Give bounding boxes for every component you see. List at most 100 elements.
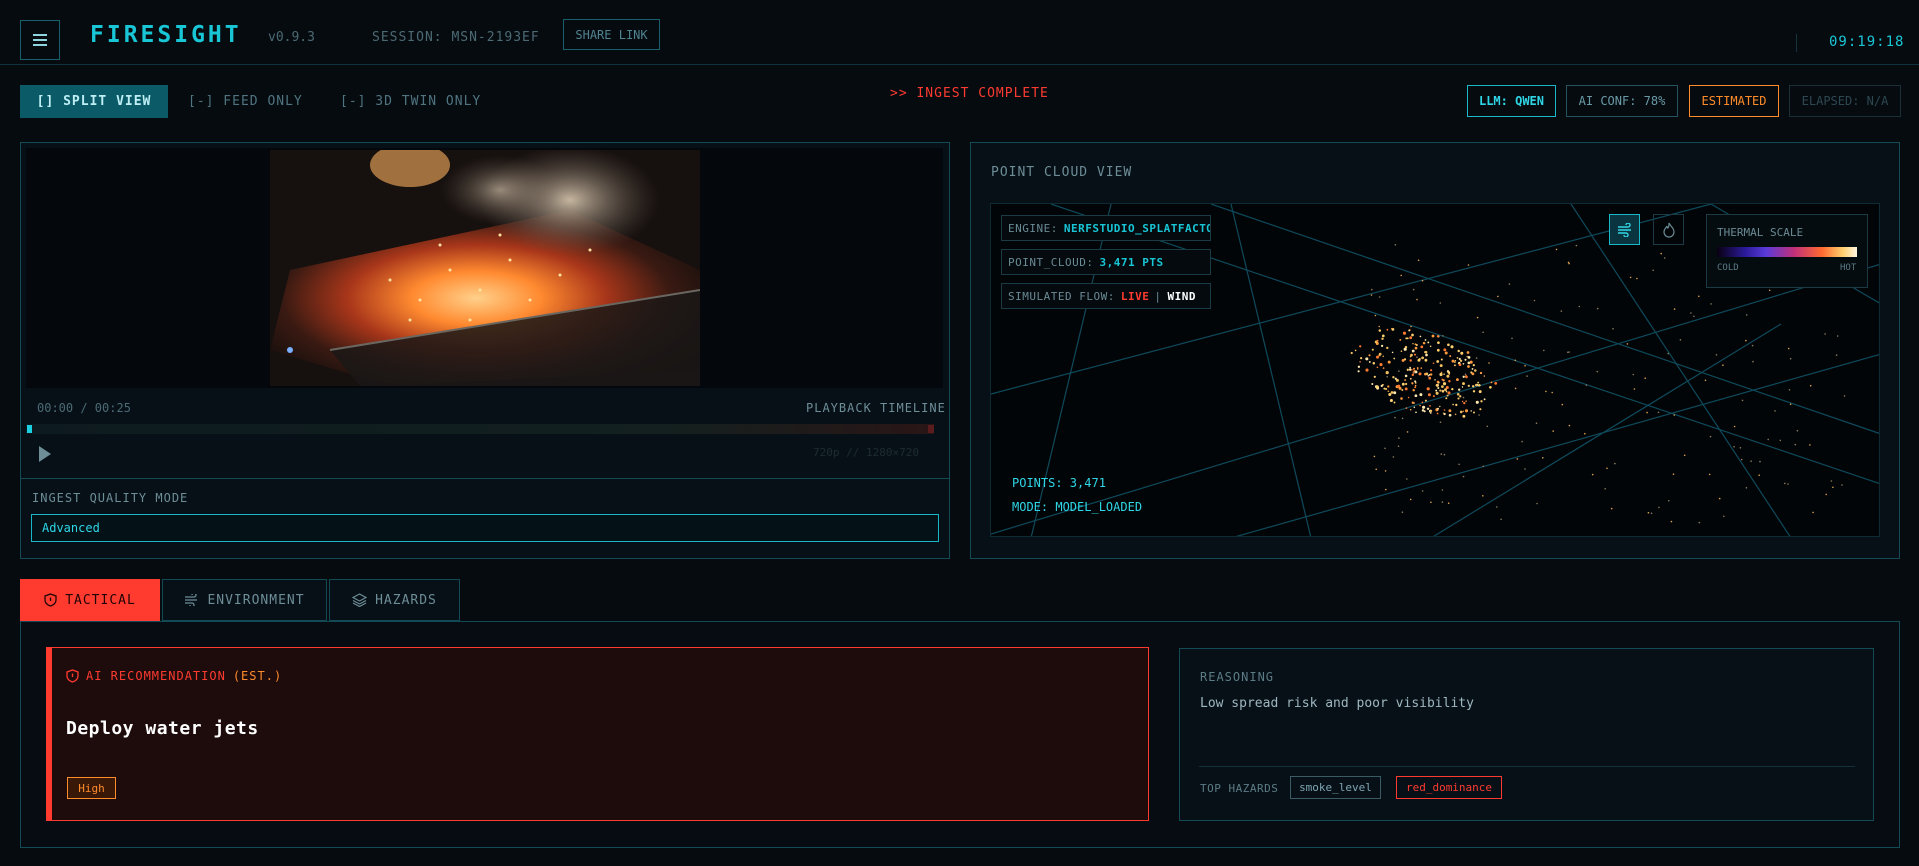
point-cloud-point [1409,408,1412,411]
point-cloud-point [1774,410,1776,412]
point-cloud-point [1395,378,1399,382]
point-cloud-point [1443,409,1446,411]
point-cloud-point [1462,396,1465,399]
wind-toggle-button[interactable] [1609,214,1640,245]
clock-divider [1796,34,1797,52]
timeline-handle[interactable] [27,425,32,433]
point-cloud-point [1436,348,1440,352]
point-cloud-point [1421,356,1424,360]
point-cloud-point [1473,411,1475,414]
tab-tactical-label: TACTICAL [65,592,136,608]
point-cloud-point [1435,384,1438,387]
point-cloud-point [1399,338,1402,341]
point-cloud-point [1693,315,1695,318]
share-link-button[interactable]: SHARE LINK [563,19,660,50]
point-cloud-point [1448,409,1452,413]
point-cloud-point [1789,357,1792,360]
tab-environment[interactable]: ENVIRONMENT [162,579,327,621]
fire-toggle-button[interactable] [1653,214,1684,245]
point-cloud-point [1663,257,1666,259]
point-cloud-point [1483,398,1486,401]
point-cloud-point [1424,350,1427,354]
view-tab-feed-only[interactable]: [-] FEED ONLY [188,85,303,118]
point-cloud-point [1434,379,1436,381]
point-cloud-point [1841,484,1843,486]
point-cloud-point [1381,334,1385,338]
point-cloud-point [1478,414,1480,416]
point-cloud-point [1578,305,1581,308]
point-cloud-point [1788,389,1791,391]
point-cloud-point [1448,373,1451,375]
point-cloud-point [1604,488,1606,490]
flow-wind: WIND [1167,289,1196,303]
point-cloud-point [1809,444,1811,446]
point-cloud-point [1439,421,1442,423]
point-cloud-point [1658,506,1660,509]
point-cloud-point [1568,424,1571,427]
point-cloud-point [1606,467,1608,470]
playback-timeline[interactable] [26,424,934,434]
point-cloud-point [1425,372,1429,376]
point-cloud-point [1477,383,1481,387]
point-cloud-point [1422,405,1426,409]
point-cloud-point [1416,298,1418,301]
point-cloud-point [1466,355,1468,358]
point-cloud-point [1435,391,1439,395]
thermal-hot-label: HOT [1840,263,1857,273]
point-cloud-point [1381,344,1384,347]
point-cloud-point [1488,362,1490,364]
point-cloud-point [1698,295,1700,298]
session-id: SESSION: MSN-2193EF [372,30,540,45]
point-cloud-point [1357,365,1361,368]
point-cloud-point [1376,366,1379,369]
ingest-quality-label: INGEST QUALITY MODE [32,491,189,505]
ingest-quality-select[interactable]: Advanced [31,514,939,542]
video-resolution: 720p // 1280×720 [813,446,919,459]
point-cloud-point [1745,314,1748,316]
menu-button[interactable] [20,20,60,60]
point-cloud-point [1591,473,1594,476]
point-cloud-point [1514,359,1517,362]
point-cloud-point [1420,345,1424,349]
point-cloud-point [1446,394,1449,397]
point-cloud-point [1385,387,1388,391]
point-cloud-point [1787,483,1789,485]
point-cloud-point [1404,387,1408,391]
point-cloud-point [1514,387,1517,390]
point-cloud-point [1424,399,1427,402]
point-cloud-point [1650,512,1653,515]
point-cloud-point [1458,363,1462,367]
point-cloud-point [1384,470,1387,472]
point-cloud-point [1466,351,1470,354]
point-cloud-point [1440,358,1443,361]
point-cloud-point [1428,376,1432,380]
tab-hazards[interactable]: HAZARDS [329,579,460,621]
point-cloud-point [1368,360,1371,363]
point-cloud-point [1417,358,1421,362]
point-cloud-point [1418,372,1422,376]
point-cloud-point [1596,370,1599,373]
view-tab-3d-twin-only[interactable]: [-] 3D TWIN ONLY [340,85,481,118]
point-cloud-point [1414,380,1417,383]
point-cloud-point [1419,335,1422,338]
point-cloud-point [1391,327,1393,330]
hazard-chip-red-dominance: red_dominance [1396,776,1502,799]
point-cloud-point [1412,288,1415,291]
view-tab-split[interactable]: [] SPLIT VIEW [20,85,168,118]
point-cloud-point [1401,389,1404,391]
play-button[interactable] [38,445,52,463]
point-cloud-point [1350,351,1353,355]
point-cloud-point [1486,425,1489,428]
point-cloud-point [1708,473,1711,476]
point-cloud-point [1476,316,1479,319]
point-cloud-point [1458,395,1462,398]
tab-tactical[interactable]: TACTICAL [20,579,160,621]
point-cloud-point [1524,365,1526,367]
point-cloud-point [1647,511,1650,514]
point-cloud-point [1387,360,1391,364]
point-cloud-point [1412,388,1415,392]
point-cloud-point [1472,390,1476,393]
point-cloud-point [1409,498,1412,501]
point-cloud-point [1445,390,1448,393]
point-cloud-point [1561,403,1564,406]
